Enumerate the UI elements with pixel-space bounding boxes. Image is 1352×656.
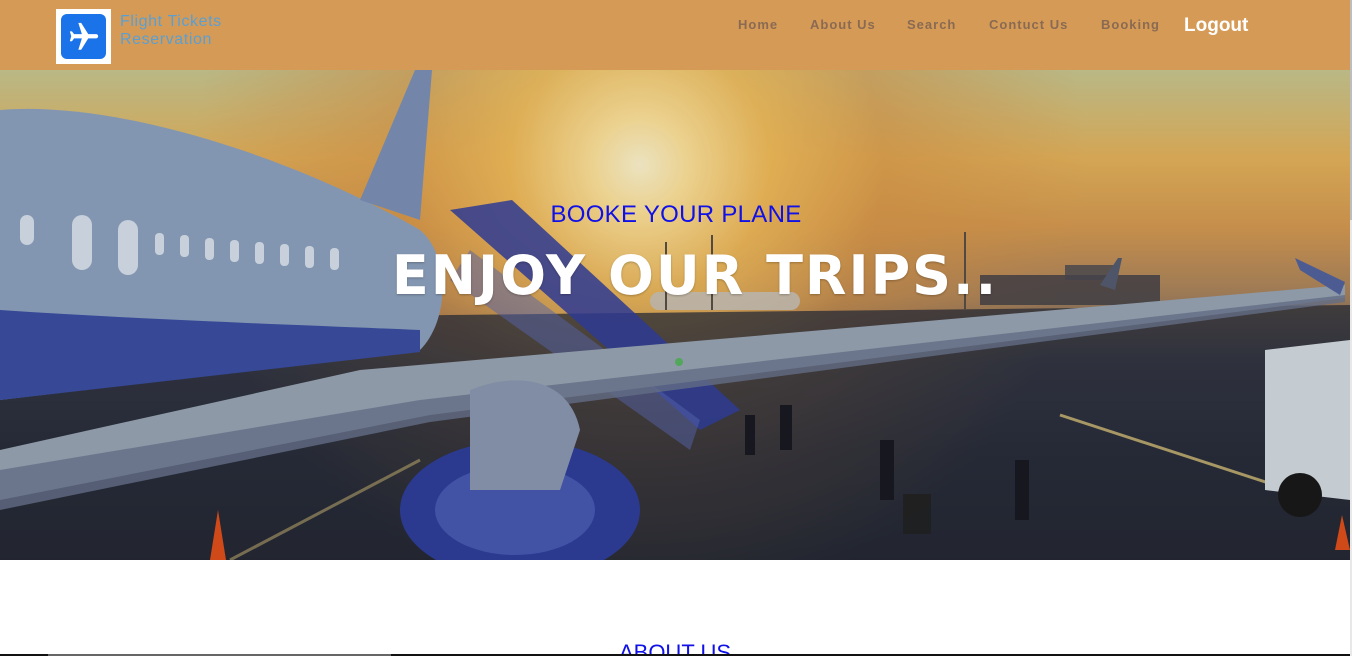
hero-title: ENJOY OUR TRIPS.. xyxy=(391,244,999,307)
hero-banner: BOOKE YOUR PLANE ENJOY OUR TRIPS.. xyxy=(0,70,1350,560)
header: Flight Tickets Reservation Home About Us… xyxy=(0,0,1350,70)
hero-subtitle: BOOKE YOUR PLANE xyxy=(550,201,802,228)
nav-home[interactable]: Home xyxy=(738,17,778,32)
nav-search[interactable]: Search xyxy=(907,17,956,32)
nav-contact-us[interactable]: Contuct Us xyxy=(989,17,1068,32)
page: Flight Tickets Reservation Home About Us… xyxy=(0,0,1352,656)
nav-about-us[interactable]: About Us xyxy=(810,17,876,32)
hero-airport-image xyxy=(0,70,1350,560)
main-nav: Home About Us Search Contuct Us Booking … xyxy=(0,15,1350,37)
logout-button[interactable]: Logout xyxy=(1184,15,1248,37)
nav-booking[interactable]: Booking xyxy=(1101,17,1160,32)
